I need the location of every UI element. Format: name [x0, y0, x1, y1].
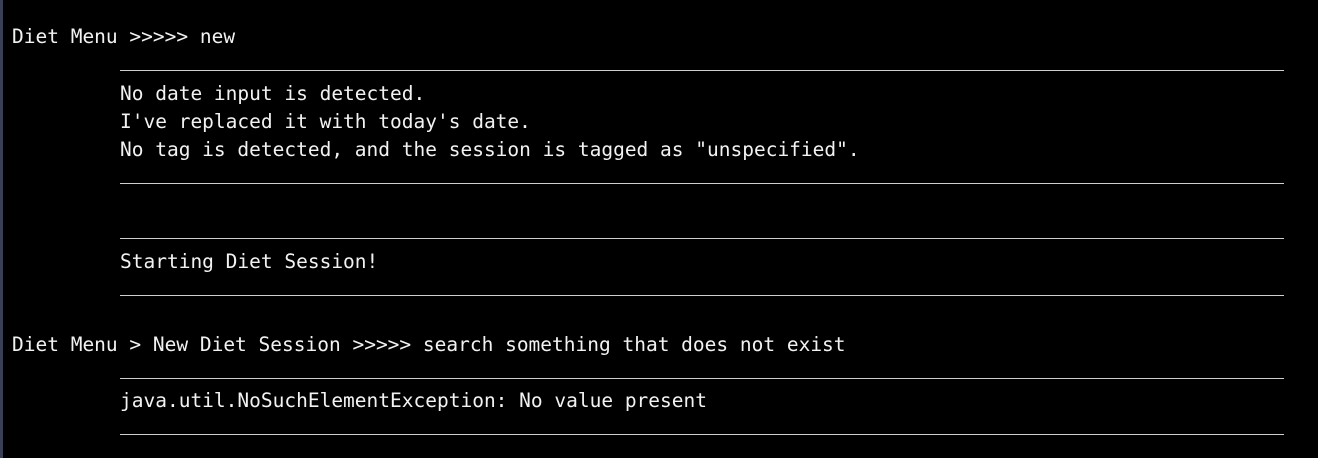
prompt-line: Diet Menu >>>>> new	[12, 25, 236, 48]
output-line: No date input is detected.	[120, 82, 426, 105]
output-line: No tag is detected, and the session is t…	[120, 138, 860, 161]
terminal-window[interactable]: Diet Menu >>>>> new No date input is det…	[0, 0, 1318, 458]
output-line: Starting Diet Session!	[120, 250, 379, 273]
error-line: java.util.NoSuchElementException: No val…	[120, 389, 707, 412]
separator-line	[120, 183, 1284, 184]
separator-line	[120, 434, 1284, 435]
prompt-line: Diet Menu > New Diet Session >>>>> searc…	[12, 333, 846, 356]
window-left-border	[0, 0, 3, 458]
separator-line	[120, 70, 1284, 71]
separator-line	[120, 378, 1284, 379]
separator-line	[120, 295, 1284, 296]
output-line: I've replaced it with today's date.	[120, 110, 531, 133]
separator-line	[120, 238, 1284, 239]
